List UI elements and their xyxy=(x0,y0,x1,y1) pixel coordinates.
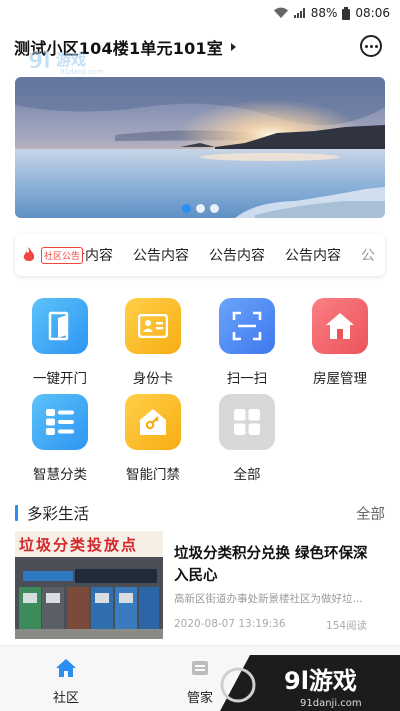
notice-tag: 社区公告 xyxy=(41,246,84,264)
wifi-icon xyxy=(273,7,288,19)
svg-text:91danji.com: 91danji.com xyxy=(60,68,103,76)
news-summary: 高新区街道办事处新景楼社区为做好垃... xyxy=(174,593,363,605)
grid-item-smart-sorting[interactable]: 智慧分类 xyxy=(20,394,100,483)
key-house-icon xyxy=(125,394,181,450)
fire-icon xyxy=(23,247,35,261)
house-icon xyxy=(312,298,368,354)
svg-text:游戏: 游戏 xyxy=(56,51,86,69)
grid-label: 智能门禁 xyxy=(126,467,180,483)
section-accent-bar xyxy=(15,505,18,521)
grid-item-unlock-door[interactable]: 一键开门 xyxy=(20,298,100,387)
news-title[interactable]: 垃圾分类积分兑换 绿色环保深入民心 xyxy=(174,543,379,587)
grid-label: 房屋管理 xyxy=(313,371,367,387)
svg-text:垃圾分类投放点: 垃圾分类投放点 xyxy=(19,536,138,554)
door-icon xyxy=(32,298,88,354)
tab-label: 社区 xyxy=(52,691,79,706)
svg-text:91danji.com: 91danji.com xyxy=(300,698,362,709)
section-more-link[interactable]: 全部 xyxy=(356,503,385,524)
site-watermark-logo: 9l 游戏 91danji.com xyxy=(28,49,104,76)
grid-item-all[interactable]: 全部 xyxy=(207,394,287,483)
notice-item[interactable]: 公告内容 xyxy=(209,245,265,265)
grid-label: 一键开门 xyxy=(33,371,87,387)
tab-community[interactable]: 社区 xyxy=(6,646,126,706)
news-date: 2020-08-07 13:19:36 xyxy=(174,618,286,630)
banner-seascape-image xyxy=(15,77,385,218)
carousel-dot-1[interactable] xyxy=(181,204,191,213)
grid-item-scan[interactable]: 扫一扫 xyxy=(207,298,287,387)
battery-percent: 88% xyxy=(310,6,338,20)
notice-item[interactable]: 公告内容 xyxy=(133,245,189,265)
clock: 08:06 xyxy=(355,6,390,20)
notice-scroll: 告内容 公告内容 公告内容 公告内容 公 xyxy=(83,234,385,276)
list-icon xyxy=(32,394,88,450)
message-icon[interactable] xyxy=(360,35,382,57)
notice-item[interactable]: 告内容 xyxy=(83,245,113,265)
scan-icon xyxy=(219,298,275,354)
section-header: 多彩生活 全部 xyxy=(15,502,385,524)
grid-item-smart-access[interactable]: 智能门禁 xyxy=(113,394,193,483)
svg-text:9l: 9l xyxy=(28,49,51,74)
grid-label: 身份卡 xyxy=(132,371,174,387)
section-title: 多彩生活 xyxy=(27,505,90,523)
carousel-dot-2[interactable] xyxy=(195,204,205,213)
carousel-indicator xyxy=(15,204,385,213)
community-notice-bar[interactable]: 社区公告 告内容 公告内容 公告内容 公告内容 公 xyxy=(15,234,385,276)
grid-item-id-card[interactable]: 身份卡 xyxy=(113,298,193,387)
grid-label: 智慧分类 xyxy=(33,467,87,483)
news-read-count: 154阅读 xyxy=(325,620,367,632)
apps-icon xyxy=(219,394,275,450)
battery-icon xyxy=(342,6,351,20)
home-icon xyxy=(56,659,76,677)
signal-icon xyxy=(293,8,305,18)
grid-label: 扫一扫 xyxy=(226,371,268,387)
svg-text:9l游戏: 9l游戏 xyxy=(284,667,357,695)
notice-item[interactable]: 公 xyxy=(361,245,375,265)
banner-carousel[interactable] xyxy=(15,77,385,218)
grid-label: 全部 xyxy=(233,467,261,483)
grid-item-house-management[interactable]: 房屋管理 xyxy=(300,298,380,387)
corner-watermark: 9l游戏 91danji.com xyxy=(220,655,400,711)
news-thumbnail: 垃圾分类投放点 xyxy=(15,531,163,639)
news-card[interactable]: 垃圾分类投放点 垃圾分类积分兑换 绿色环保深入民心 高新区街道办事处新景楼社区为… xyxy=(15,531,385,639)
id-card-icon xyxy=(125,298,181,354)
status-bar: 88% 08:06 xyxy=(0,0,400,26)
notice-item[interactable]: 公告内容 xyxy=(285,245,341,265)
caret-right-icon[interactable] xyxy=(230,43,236,51)
carousel-dot-3[interactable] xyxy=(209,204,219,213)
